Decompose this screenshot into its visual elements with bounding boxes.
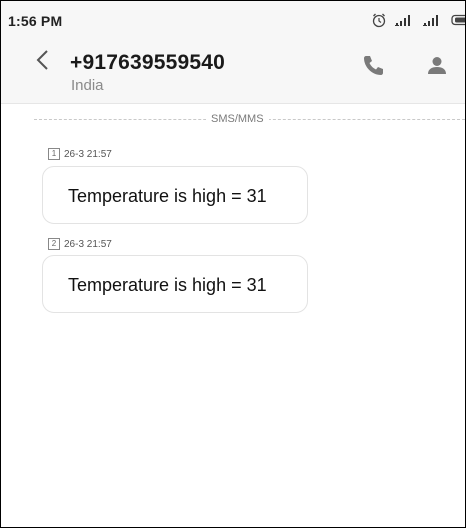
status-time: 1:56 PM <box>8 13 63 29</box>
status-icons <box>371 11 465 29</box>
back-button[interactable] <box>33 47 53 73</box>
sim-badge: 2 <box>48 238 60 250</box>
message-meta: 2 26-3 21:57 <box>48 238 112 250</box>
contact-number: +917639559540 <box>70 51 226 74</box>
phone-icon <box>360 56 386 82</box>
message-bubble[interactable]: Temperature is high = 31 <box>42 166 308 224</box>
app-header: 1:56 PM +917639559540 India <box>1 1 465 104</box>
signal-icon <box>423 13 443 27</box>
call-button[interactable] <box>360 52 386 78</box>
person-icon <box>424 57 450 83</box>
battery-icon <box>451 14 465 26</box>
message-meta: 1 26-3 21:57 <box>48 148 112 160</box>
message-timestamp: 26-3 21:57 <box>64 238 112 250</box>
message-text: Temperature is high = 31 <box>68 275 267 295</box>
message-timestamp: 26-3 21:57 <box>64 148 112 160</box>
contact-details-button[interactable] <box>424 53 450 79</box>
message-bubble[interactable]: Temperature is high = 31 <box>42 255 308 313</box>
alarm-clock-icon <box>371 12 387 28</box>
chevron-left-icon <box>33 50 53 77</box>
signal-icon <box>395 13 415 27</box>
contact-location: India <box>71 77 104 94</box>
message-text: Temperature is high = 31 <box>68 186 267 206</box>
channel-label: SMS/MMS <box>206 113 269 125</box>
status-bar: 1:56 PM <box>1 1 465 33</box>
sim-badge: 1 <box>48 148 60 160</box>
phone-screen: 1:56 PM +917639559540 India SMS/MMS 1 26… <box>0 0 466 528</box>
